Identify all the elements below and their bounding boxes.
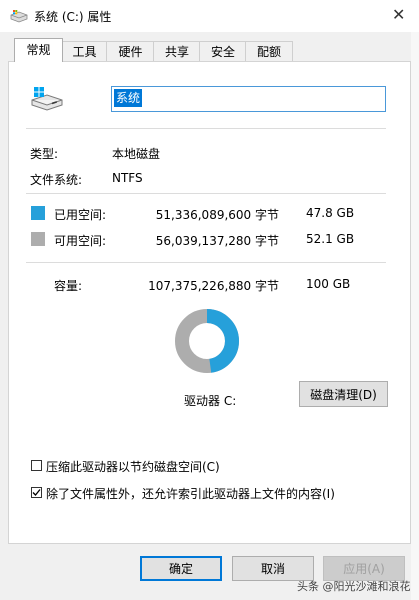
capacity-bytes: 107,375,226,880 字节 (148, 279, 279, 293)
type-label: 类型: (30, 147, 59, 161)
separator-2 (26, 193, 386, 194)
free-space-bytes: 56,039,137,280 字节 (155, 234, 279, 248)
tab-tools[interactable]: 工具 (61, 41, 108, 62)
watermark-text: 头条 @阳光沙滩和浪花 (297, 580, 411, 593)
used-space-size: 47.8 GB (306, 206, 355, 220)
background-window-edge (411, 32, 419, 600)
checkmark-icon (32, 489, 41, 496)
capacity-label: 容量: (54, 279, 83, 293)
disk-cleanup-button[interactable]: 磁盘清理(D) (299, 381, 388, 407)
tab-quota[interactable]: 配额 (245, 41, 293, 62)
drive-name-input[interactable] (111, 86, 386, 112)
filesystem-value: NTFS (112, 171, 143, 185)
disk-usage-donut (175, 309, 239, 373)
compress-drive-checkbox[interactable] (31, 460, 42, 471)
used-space-swatch (31, 206, 45, 220)
filesystem-label: 文件系统: (30, 173, 83, 187)
free-space-label: 可用空间: (54, 234, 107, 248)
drive-letter-label: 驱动器 C: (184, 394, 237, 408)
tab-hardware[interactable]: 硬件 (106, 41, 155, 62)
separator-1 (26, 128, 386, 129)
tab-security[interactable]: 安全 (199, 41, 247, 62)
type-value: 本地磁盘 (112, 147, 161, 161)
drive-name-selected-text: 系统 (114, 89, 143, 107)
ok-button[interactable]: 确定 (140, 556, 222, 581)
compress-drive-label: 压缩此驱动器以节约磁盘空间(C) (46, 460, 220, 474)
index-content-label: 除了文件属性外，还允许索引此驱动器上文件的内容(I) (46, 487, 335, 501)
used-space-label: 已用空间: (54, 208, 107, 222)
tab-general[interactable]: 常规 (14, 38, 63, 62)
tab-sharing[interactable]: 共享 (153, 41, 201, 62)
capacity-size: 100 GB (306, 277, 351, 291)
drive-title-icon (10, 10, 28, 23)
used-space-bytes: 51,336,089,600 字节 (155, 208, 279, 222)
window-title: 系统 (C:) 属性 (34, 10, 112, 24)
index-content-checkbox[interactable] (31, 487, 42, 498)
free-space-swatch (31, 232, 45, 246)
close-icon[interactable]: ✕ (392, 6, 405, 24)
local-disk-icon (31, 87, 63, 111)
free-space-size: 52.1 GB (306, 232, 355, 246)
separator-3 (26, 262, 386, 263)
